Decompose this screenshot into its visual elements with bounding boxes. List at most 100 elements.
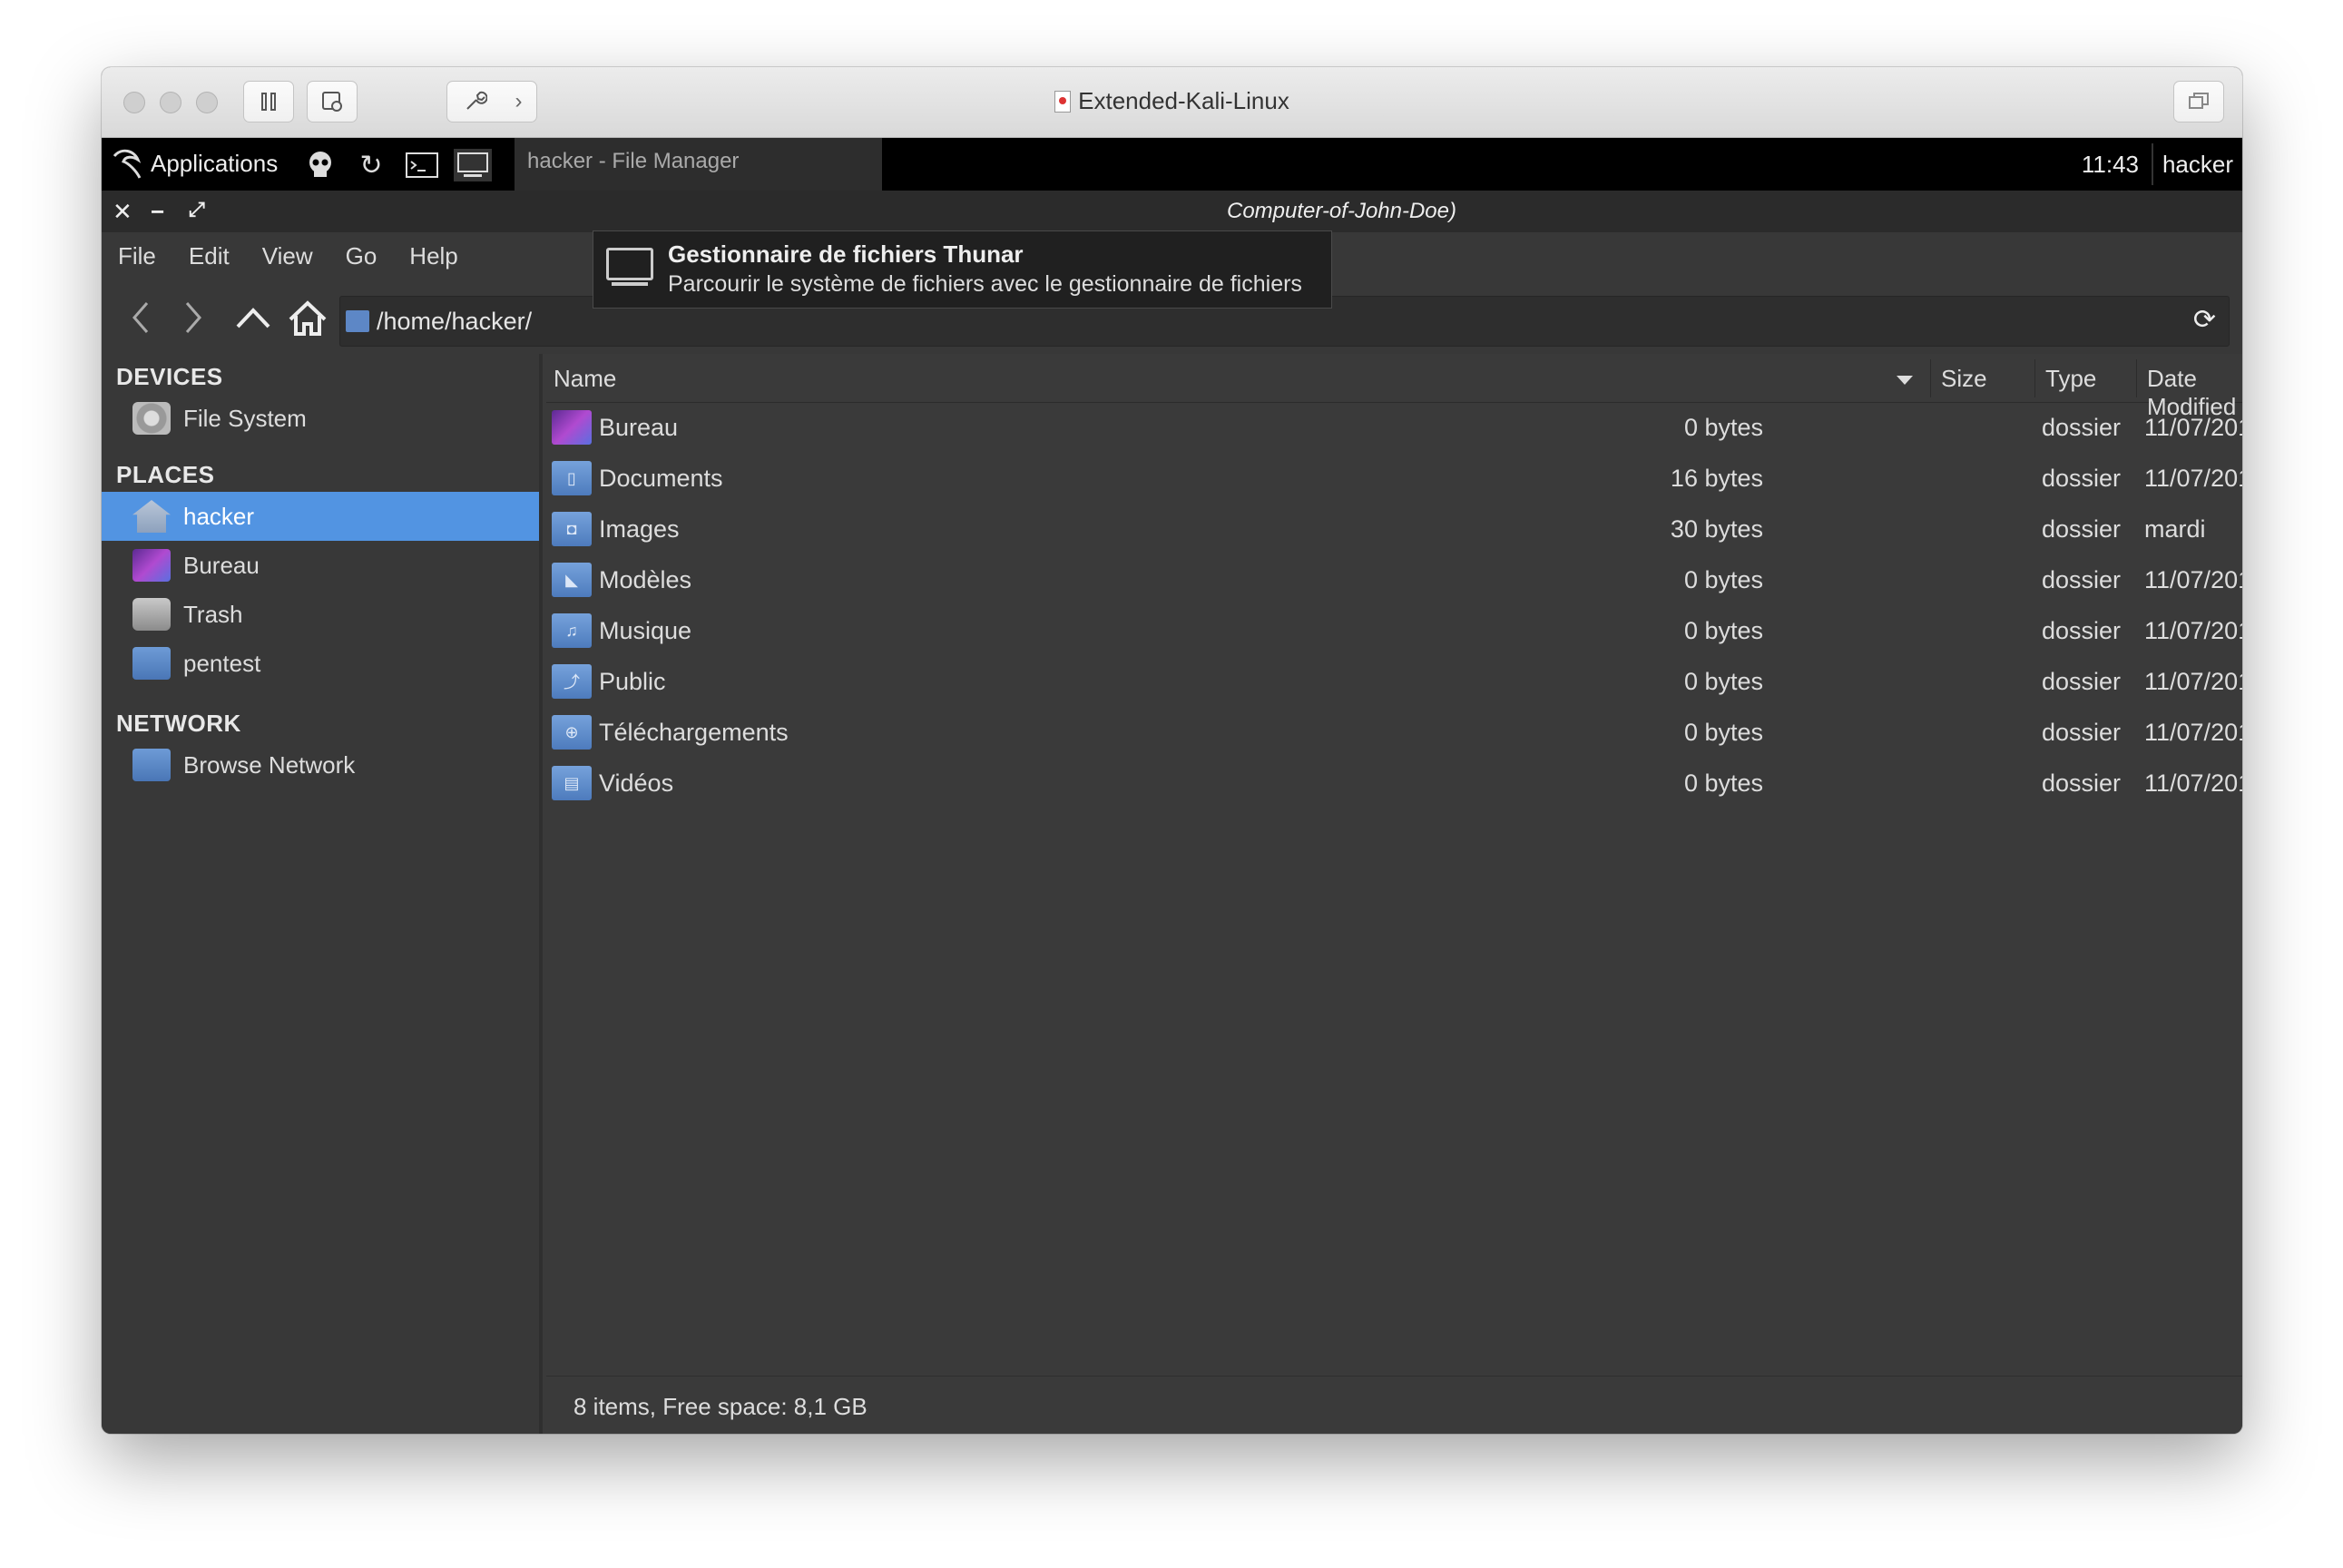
file-manager-titlebar: ✕ − ⤢ Computer-of-John-Doe) xyxy=(102,191,2242,232)
sidebar-item-browse-network[interactable]: Browse Network xyxy=(102,740,539,789)
menu-go[interactable]: Go xyxy=(346,242,377,270)
file-type: dossier xyxy=(2042,617,2122,644)
file-row[interactable]: ▤ Vidéos 0 bytes dossier 11/07/2018 xyxy=(546,759,2242,809)
sidebar-item-pentest[interactable]: pentest xyxy=(102,639,539,688)
menu-help[interactable]: Help xyxy=(409,242,457,270)
file-row[interactable]: ♫ Musique 0 bytes dossier 11/07/2018 xyxy=(546,606,2242,657)
file-date: 11/07/2018 xyxy=(2144,719,2242,746)
up-icon[interactable] xyxy=(234,299,272,336)
downloads-folder-icon: ⊕ xyxy=(552,715,592,750)
sidebar-item-file-system[interactable]: File System xyxy=(102,394,539,443)
column-type[interactable]: Type xyxy=(2045,365,2096,393)
pictures-folder-icon: ◘ xyxy=(552,512,592,546)
network-folder-icon xyxy=(132,749,171,781)
file-type: dossier xyxy=(2042,769,2122,797)
file-row[interactable]: ◘ Images 30 bytes dossier mardi xyxy=(546,505,2242,555)
file-name: Musique xyxy=(599,617,692,644)
taskbar-item-file-manager[interactable]: hacker - File Manager xyxy=(515,138,882,191)
file-row[interactable]: ⊕ Téléchargements 0 bytes dossier 11/07/… xyxy=(546,708,2242,759)
reload-icon[interactable]: ⟳ xyxy=(2193,304,2216,336)
trash-icon xyxy=(132,598,171,631)
file-row[interactable]: ⤴ Public 0 bytes dossier 11/07/2018 xyxy=(546,657,2242,708)
forward-icon[interactable] xyxy=(180,299,205,336)
file-row[interactable]: ◣ Modèles 0 bytes dossier 11/07/2018 xyxy=(546,555,2242,606)
window-maximize-icon[interactable]: ⤢ xyxy=(189,198,205,221)
sidebar-item-label: File System xyxy=(183,404,307,432)
file-date: 11/07/2018 xyxy=(2144,566,2242,593)
public-folder-icon: ⤴ xyxy=(552,664,592,699)
file-row[interactable]: Bureau 0 bytes dossier 11/07/2018 xyxy=(546,403,2242,454)
sidebar-item-label: Bureau xyxy=(183,551,260,579)
templates-folder-icon: ◣ xyxy=(552,563,592,597)
menu-file[interactable]: File xyxy=(118,242,156,270)
file-type: dossier xyxy=(2042,668,2122,695)
vm-title: Extended-Kali-Linux xyxy=(102,87,2242,115)
top-panel: Applications ↻ hacker - File Manager 11:… xyxy=(102,138,2242,191)
file-row[interactable]: ▯ Documents 16 bytes dossier 11/07/2018 xyxy=(546,454,2242,505)
home-folder-icon xyxy=(346,310,369,332)
monitor-icon xyxy=(606,248,653,288)
folder-link-icon xyxy=(132,647,171,680)
column-size[interactable]: Size xyxy=(1941,365,1987,393)
file-size: 30 bytes xyxy=(1670,515,1763,543)
menu-view[interactable]: View xyxy=(262,242,313,270)
home-icon[interactable] xyxy=(287,299,328,338)
file-size: 0 bytes xyxy=(1683,668,1763,695)
file-size: 0 bytes xyxy=(1683,617,1763,644)
menu-edit[interactable]: Edit xyxy=(189,242,230,270)
file-size: 16 bytes xyxy=(1670,465,1763,492)
task-label: hacker - File Manager xyxy=(527,149,740,173)
column-divider xyxy=(2034,359,2035,397)
fullscreen-button[interactable] xyxy=(2173,81,2224,122)
sidebar: DEVICES File System PLACES hacker Bureau… xyxy=(102,354,543,1434)
vm-title-text: Extended-Kali-Linux xyxy=(1078,87,1289,114)
file-size: 0 bytes xyxy=(1683,566,1763,593)
kali-dragon-icon xyxy=(113,149,142,179)
column-divider xyxy=(1930,359,1931,397)
windows-icon xyxy=(2189,93,2209,109)
skull-icon-glyph xyxy=(309,152,331,177)
clock[interactable]: 11:43 xyxy=(2082,151,2139,179)
window-title: Computer-of-John-Doe) xyxy=(1227,199,1456,223)
sidebar-item-hacker[interactable]: hacker xyxy=(102,492,539,541)
tooltip-title: Gestionnaire de fichiers Thunar xyxy=(668,240,1024,268)
home-folder-icon xyxy=(132,500,171,533)
back-icon[interactable] xyxy=(129,299,154,336)
file-date: 11/07/2018 xyxy=(2144,668,2242,695)
file-size: 0 bytes xyxy=(1683,769,1763,797)
file-date: 11/07/2018 xyxy=(2144,414,2242,441)
file-manager-launcher-icon[interactable] xyxy=(454,149,492,181)
file-list: Name Size Type Date Modified Bureau 0 by… xyxy=(546,354,2242,1434)
file-name: Téléchargements xyxy=(599,719,789,746)
videos-folder-icon: ▤ xyxy=(552,766,592,800)
file-name: Modèles xyxy=(599,566,692,593)
terminal-icon[interactable] xyxy=(403,149,441,181)
window-minimize-icon[interactable]: − xyxy=(151,198,164,226)
column-name[interactable]: Name xyxy=(554,365,616,393)
window-close-icon[interactable]: ✕ xyxy=(113,198,132,226)
sidebar-item-trash[interactable]: Trash xyxy=(102,590,539,639)
file-name: Vidéos xyxy=(599,769,674,797)
sidebar-item-label: pentest xyxy=(183,649,261,677)
file-date: 11/07/2018 xyxy=(2144,465,2242,492)
file-size: 0 bytes xyxy=(1683,719,1763,746)
status-bar: 8 items, Free space: 8,1 GB xyxy=(546,1376,2242,1434)
column-divider xyxy=(2136,359,2137,397)
file-name: Bureau xyxy=(599,414,679,441)
sidebar-item-bureau[interactable]: Bureau xyxy=(102,541,539,590)
status-text: 8 items, Free space: 8,1 GB xyxy=(573,1393,868,1420)
file-type: dossier xyxy=(2042,465,2122,492)
refresh-panel-icon[interactable]: ↻ xyxy=(352,149,390,181)
file-name: Documents xyxy=(599,465,723,492)
terminal-icon-glyph xyxy=(406,152,438,178)
applications-menu[interactable]: Applications xyxy=(111,147,278,180)
file-date: 11/07/2018 xyxy=(2144,769,2242,797)
skull-icon[interactable] xyxy=(301,149,339,181)
location-path: /home/hacker/ xyxy=(377,308,533,335)
launcher-tooltip: Gestionnaire de fichiers Thunar Parcouri… xyxy=(593,230,1332,309)
disk-icon xyxy=(132,402,171,435)
user-menu[interactable]: hacker xyxy=(2162,151,2233,179)
file-size: 0 bytes xyxy=(1683,414,1763,441)
file-name: Images xyxy=(599,515,680,543)
file-type: dossier xyxy=(2042,566,2122,593)
